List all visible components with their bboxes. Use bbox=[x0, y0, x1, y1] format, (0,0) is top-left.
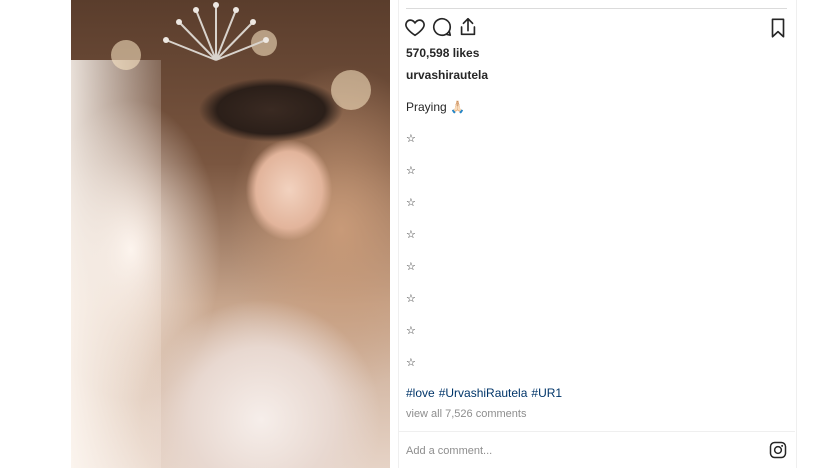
comment-divider bbox=[398, 431, 795, 432]
instagram-icon[interactable] bbox=[769, 441, 787, 464]
hashtag-link[interactable]: #UR1 bbox=[531, 386, 562, 400]
bookmark-icon[interactable] bbox=[767, 16, 789, 40]
caption-star-line: ☆ bbox=[406, 325, 416, 337]
likes-count[interactable]: 570,598 likes bbox=[406, 46, 479, 60]
post-username[interactable]: urvashirautela bbox=[406, 68, 488, 82]
photo-bokeh bbox=[111, 40, 141, 70]
caption-star-line: ☆ bbox=[406, 293, 416, 305]
comment-icon[interactable] bbox=[431, 16, 453, 40]
caption-star-line: ☆ bbox=[406, 165, 416, 177]
heart-icon[interactable] bbox=[404, 16, 426, 40]
left-margin bbox=[0, 0, 71, 468]
caption-star-line: ☆ bbox=[406, 197, 416, 209]
photo-veil bbox=[71, 60, 161, 468]
photo-bokeh bbox=[331, 70, 371, 110]
hashtag-link[interactable]: #love bbox=[406, 386, 435, 400]
hashtag-link[interactable]: #UrvashiRautela bbox=[439, 386, 528, 400]
add-comment-input[interactable]: Add a comment... bbox=[406, 445, 492, 457]
share-icon[interactable] bbox=[457, 16, 479, 40]
caption-star-line: ☆ bbox=[406, 261, 416, 273]
post-photo[interactable] bbox=[71, 0, 390, 468]
caption-star-line: ☆ bbox=[406, 133, 416, 145]
hashtags: #love #UrvashiRautela #UR1 bbox=[406, 386, 566, 400]
photo-crown bbox=[163, 2, 269, 61]
caption-star-line: ☆ bbox=[406, 357, 416, 369]
view-all-comments-link[interactable]: view all 7,526 comments bbox=[406, 408, 526, 420]
post-caption: Praying 🙏🏻 bbox=[406, 100, 465, 114]
caption-star-line: ☆ bbox=[406, 229, 416, 241]
header-divider bbox=[406, 8, 787, 9]
